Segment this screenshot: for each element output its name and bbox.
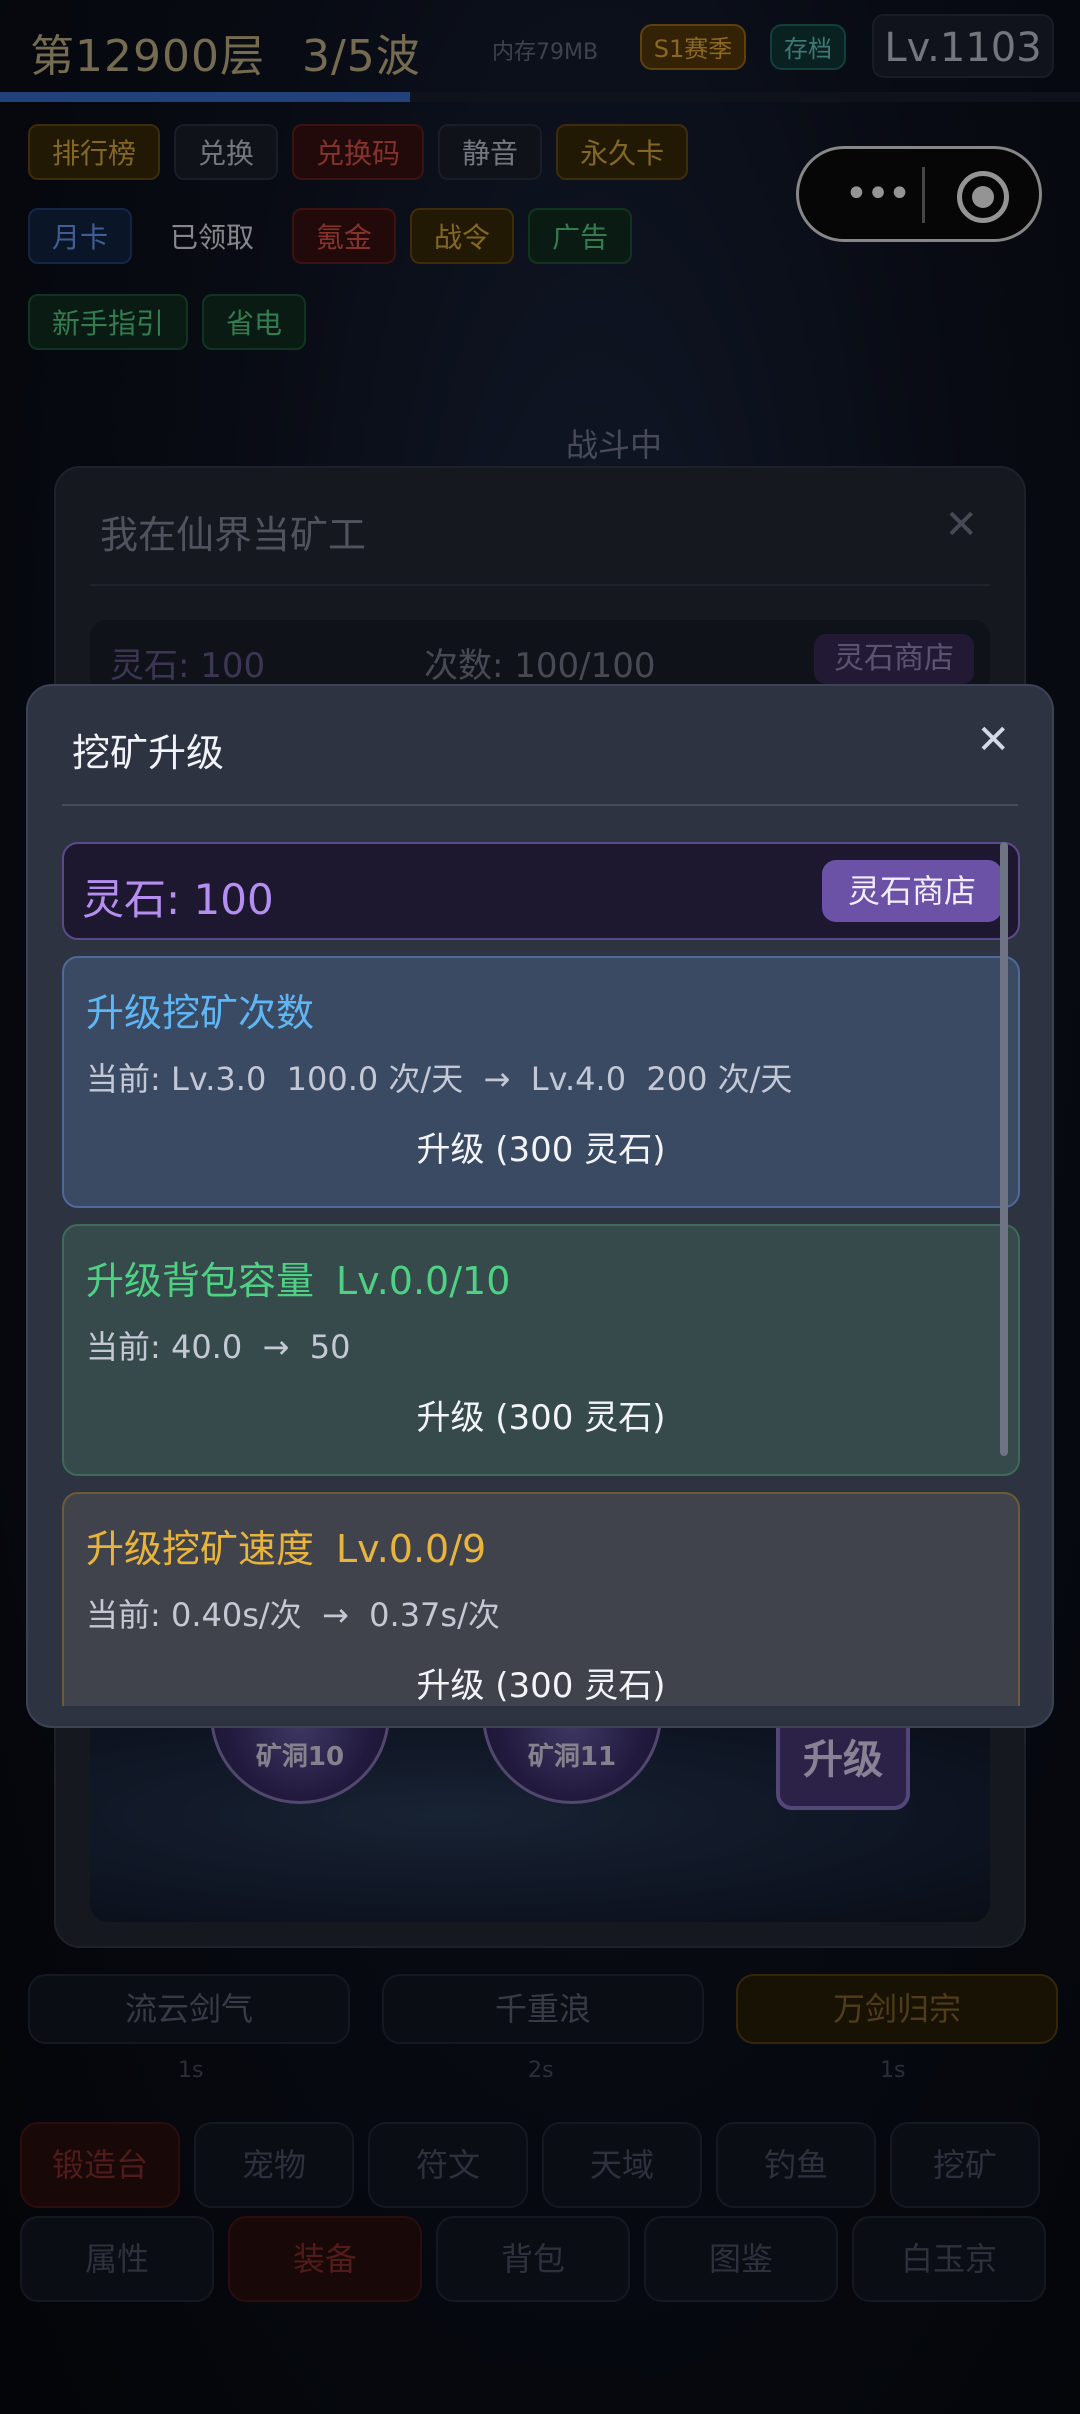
spirit-stone-balance: 灵石: 100 (82, 875, 274, 924)
spirit-stone-shop-button[interactable]: 灵石商店 (821, 860, 1002, 922)
mining-upgrade-dialog: 挖矿升级 ✕ 灵石: 100 灵石商店 升级挖矿次数 当前: Lv.3.0 10… (26, 684, 1054, 1728)
card-title: 升级挖矿速度 Lv.0.0/9 (86, 1518, 486, 1573)
card-level: Lv.0.0/10 (336, 1259, 511, 1303)
upgrade-mining-count-button[interactable]: 升级 (300 灵石) (64, 1122, 1018, 1171)
card-level: Lv.0.0/9 (336, 1527, 487, 1571)
card-title-text: 升级挖矿次数 (86, 991, 315, 1035)
upgrade-mining-count-card: 升级挖矿次数 当前: Lv.3.0 100.0 次/天 → Lv.4.0 200… (62, 956, 1020, 1208)
card-title: 升级挖矿次数 (86, 982, 314, 1037)
card-title-text: 升级背包容量 (86, 1259, 315, 1303)
upgrade-mining-speed-card: 升级挖矿速度 Lv.0.0/9 当前: 0.40s/次 → 0.37s/次 升级 … (62, 1492, 1020, 1706)
card-description: 当前: 0.40s/次 → 0.37s/次 (86, 1596, 500, 1634)
dialog-divider (62, 804, 1018, 806)
spirit-stone-bar: 灵石: 100 灵石商店 (62, 842, 1020, 940)
upgrade-list-scrollbar[interactable] (1000, 842, 1008, 1456)
dialog-title: 挖矿升级 (72, 731, 225, 775)
upgrade-mining-speed-button[interactable]: 升级 (300 灵石) (64, 1658, 1018, 1706)
card-description: 当前: 40.0 → 50 (86, 1328, 351, 1366)
upgrade-list[interactable]: 灵石: 100 灵石商店 升级挖矿次数 当前: Lv.3.0 100.0 次/天… (62, 842, 1020, 1706)
card-title-text: 升级挖矿速度 (86, 1527, 315, 1571)
upgrade-backpack-button[interactable]: 升级 (300 灵石) (64, 1390, 1018, 1439)
close-icon[interactable]: ✕ (976, 720, 1010, 760)
upgrade-backpack-card: 升级背包容量 Lv.0.0/10 当前: 40.0 → 50 升级 (300 灵石… (62, 1224, 1020, 1476)
card-title: 升级背包容量 Lv.0.0/10 (86, 1250, 510, 1305)
card-description: 当前: Lv.3.0 100.0 次/天 → Lv.4.0 200 次/天 (86, 1060, 793, 1098)
